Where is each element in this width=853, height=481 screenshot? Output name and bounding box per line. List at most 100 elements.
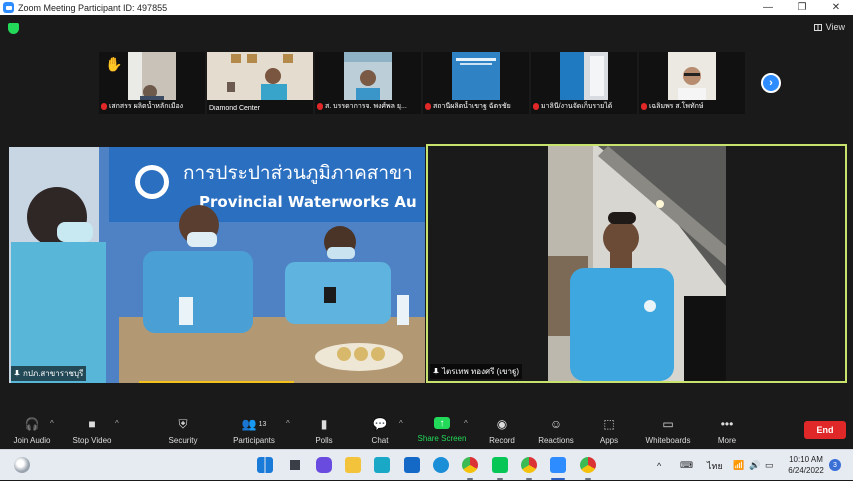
share-screen-icon: ↑	[434, 417, 450, 429]
language-indicator[interactable]: ไทย	[707, 450, 723, 481]
battery-icon[interactable]: ▭	[765, 450, 774, 481]
bar-chart-icon: ▮	[320, 417, 328, 431]
video-tile-right-active-speaker[interactable]: ไตรเทพ ทองศรี (เขาฐู)	[426, 144, 847, 383]
participant-name: Diamond Center	[209, 105, 260, 112]
chrome-icon[interactable]	[580, 457, 596, 473]
pin-icon	[14, 370, 20, 377]
audio-options-caret[interactable]: ^	[50, 419, 54, 428]
share-screen-label: Share Screen	[417, 434, 467, 443]
chat-options-caret[interactable]: ^	[399, 419, 403, 428]
security-button[interactable]: ⛨ Security	[155, 416, 211, 446]
whiteboards-button[interactable]: ▭ Whiteboards	[640, 417, 696, 445]
participant-video	[128, 52, 176, 100]
reactions-button[interactable]: ☺ Reactions	[528, 417, 584, 445]
participant-thumbnail[interactable]: Diamond Center	[207, 52, 313, 114]
polls-button[interactable]: ▮ Polls	[296, 417, 352, 445]
zoom-icon[interactable]	[550, 457, 566, 473]
view-button[interactable]: View	[813, 20, 845, 34]
participant-name: กปภ.สาขาราชบุรี	[23, 369, 84, 378]
chrome-icon[interactable]	[521, 457, 537, 473]
polls-label: Polls	[315, 436, 333, 445]
raised-hand-icon: ✋	[105, 56, 123, 72]
join-audio-label: Join Audio	[13, 436, 51, 445]
weather-icon[interactable]	[14, 457, 30, 473]
apps-label: Apps	[599, 436, 619, 445]
video-options-caret[interactable]: ^	[115, 419, 119, 428]
line-app-icon[interactable]	[492, 457, 508, 473]
more-dots-icon: •••	[720, 417, 734, 431]
pin-icon	[433, 368, 439, 375]
restore-button[interactable]: ❐	[785, 0, 819, 15]
participant-video	[452, 52, 500, 100]
participant-name: สถานีผลิตน้ำเขาฐ ฉัตรชัย	[433, 103, 511, 110]
view-label: View	[825, 22, 845, 32]
mic-muted-icon	[533, 103, 539, 110]
participant-video	[560, 52, 608, 100]
record-button[interactable]: ◉ Record	[474, 417, 530, 445]
video-camera-icon: ■	[88, 417, 96, 431]
stop-video-label: Stop Video	[72, 436, 112, 445]
participant-thumbnail[interactable]: สถานีผลิตน้ำเขาฐ ฉัตรชัย	[423, 52, 529, 114]
whiteboards-label: Whiteboards	[645, 436, 691, 445]
teams-chat-icon[interactable]	[316, 457, 332, 473]
share-screen-button[interactable]: ↑ Share Screen	[414, 417, 470, 443]
mail-icon[interactable]	[404, 457, 420, 473]
participants-label: Participants	[233, 436, 275, 445]
zoom-app-icon	[3, 2, 14, 13]
minimize-button[interactable]: —	[751, 0, 785, 15]
next-page-button[interactable]: ›	[761, 73, 781, 93]
apps-button[interactable]: ⬚ Apps	[581, 417, 637, 445]
participants-icon: 👥	[241, 417, 257, 431]
volume-icon[interactable]: 🔊	[749, 450, 760, 481]
participant-name-tag: กปภ.สาขาราชบุรี	[11, 366, 87, 381]
windows-taskbar: ^ ⌨ ไทย 📶 🔊 ▭ 10:10 AM 6/24/2022 3	[0, 449, 853, 480]
close-button[interactable]: ✕	[819, 0, 853, 15]
mic-muted-icon	[641, 103, 647, 110]
stop-video-button[interactable]: ■ Stop Video	[64, 417, 120, 445]
wifi-icon[interactable]: 📶	[733, 450, 744, 481]
participants-options-caret[interactable]: ^	[286, 419, 290, 428]
edge-browser-icon[interactable]	[433, 457, 449, 473]
video-tile-left[interactable]: การประปาส่วนภูมิภาคสาขา Provincial Water…	[9, 147, 425, 383]
security-label: Security	[168, 436, 198, 445]
window-title: Zoom Meeting Participant ID: 497855	[18, 2, 168, 13]
participant-thumbnail[interactable]: ✋ เสกสรร ผลิตน้ำหลักเมือง	[99, 52, 205, 114]
participant-thumbnail[interactable]: ส. บรรดาการจ. พงศ์พล ยุ...	[315, 52, 421, 114]
share-options-caret[interactable]: ^	[464, 419, 468, 428]
keyboard-icon[interactable]: ⌨	[680, 450, 693, 481]
tray-overflow-caret[interactable]: ^	[657, 450, 661, 481]
window-titlebar: Zoom Meeting Participant ID: 497855 — ❐ …	[0, 0, 853, 15]
chat-bubble-icon: 💬	[372, 417, 388, 431]
participants-button[interactable]: 👥 13 Participants	[226, 417, 282, 445]
mic-muted-icon	[101, 103, 107, 110]
record-label: Record	[489, 436, 515, 445]
end-meeting-button[interactable]: End	[804, 421, 846, 439]
participant-video: การประปาส่วนภูมิภาคสาขา Provincial Water…	[9, 147, 425, 383]
taskbar-clock[interactable]: 10:10 AM 6/24/2022	[784, 454, 828, 476]
security-shield-icon: ⛨	[178, 416, 188, 431]
more-button[interactable]: ••• More	[699, 417, 755, 445]
file-explorer-icon[interactable]	[345, 457, 361, 473]
reactions-label: Reactions	[538, 436, 574, 445]
chat-label: Chat	[371, 436, 389, 445]
smiley-icon: ☺	[549, 417, 563, 431]
shield-icon[interactable]	[8, 23, 19, 34]
participant-thumbnail[interactable]: มาลินี/งานจัดเก็บรายได้	[531, 52, 637, 114]
participant-video	[207, 52, 313, 100]
mic-muted-icon	[425, 103, 431, 110]
start-icon[interactable]	[257, 457, 273, 473]
app-l-icon[interactable]	[374, 457, 390, 473]
task-view-icon[interactable]	[287, 457, 303, 473]
thumbnail-strip: ✋ เสกสรร ผลิตน้ำหลักเมือง Diamond Center	[99, 52, 745, 114]
participant-name: ไตรเทพ ทองศรี (เขาฐู)	[442, 367, 520, 376]
participant-name-tag: ไตรเทพ ทองศรี (เขาฐู)	[430, 364, 523, 379]
mic-muted-icon	[317, 103, 323, 110]
participant-name: มาลินี/งานจัดเก็บรายได้	[541, 103, 613, 110]
clock-time: 10:10 AM	[789, 455, 823, 464]
notification-badge[interactable]: 3	[829, 459, 841, 471]
participant-video	[428, 146, 845, 381]
view-grid-icon	[813, 23, 822, 31]
chrome-icon[interactable]	[462, 457, 478, 473]
participant-thumbnail[interactable]: เฉลิมพร ส.โพทักษ์	[639, 52, 745, 114]
participant-name: เฉลิมพร ส.โพทักษ์	[649, 103, 704, 110]
